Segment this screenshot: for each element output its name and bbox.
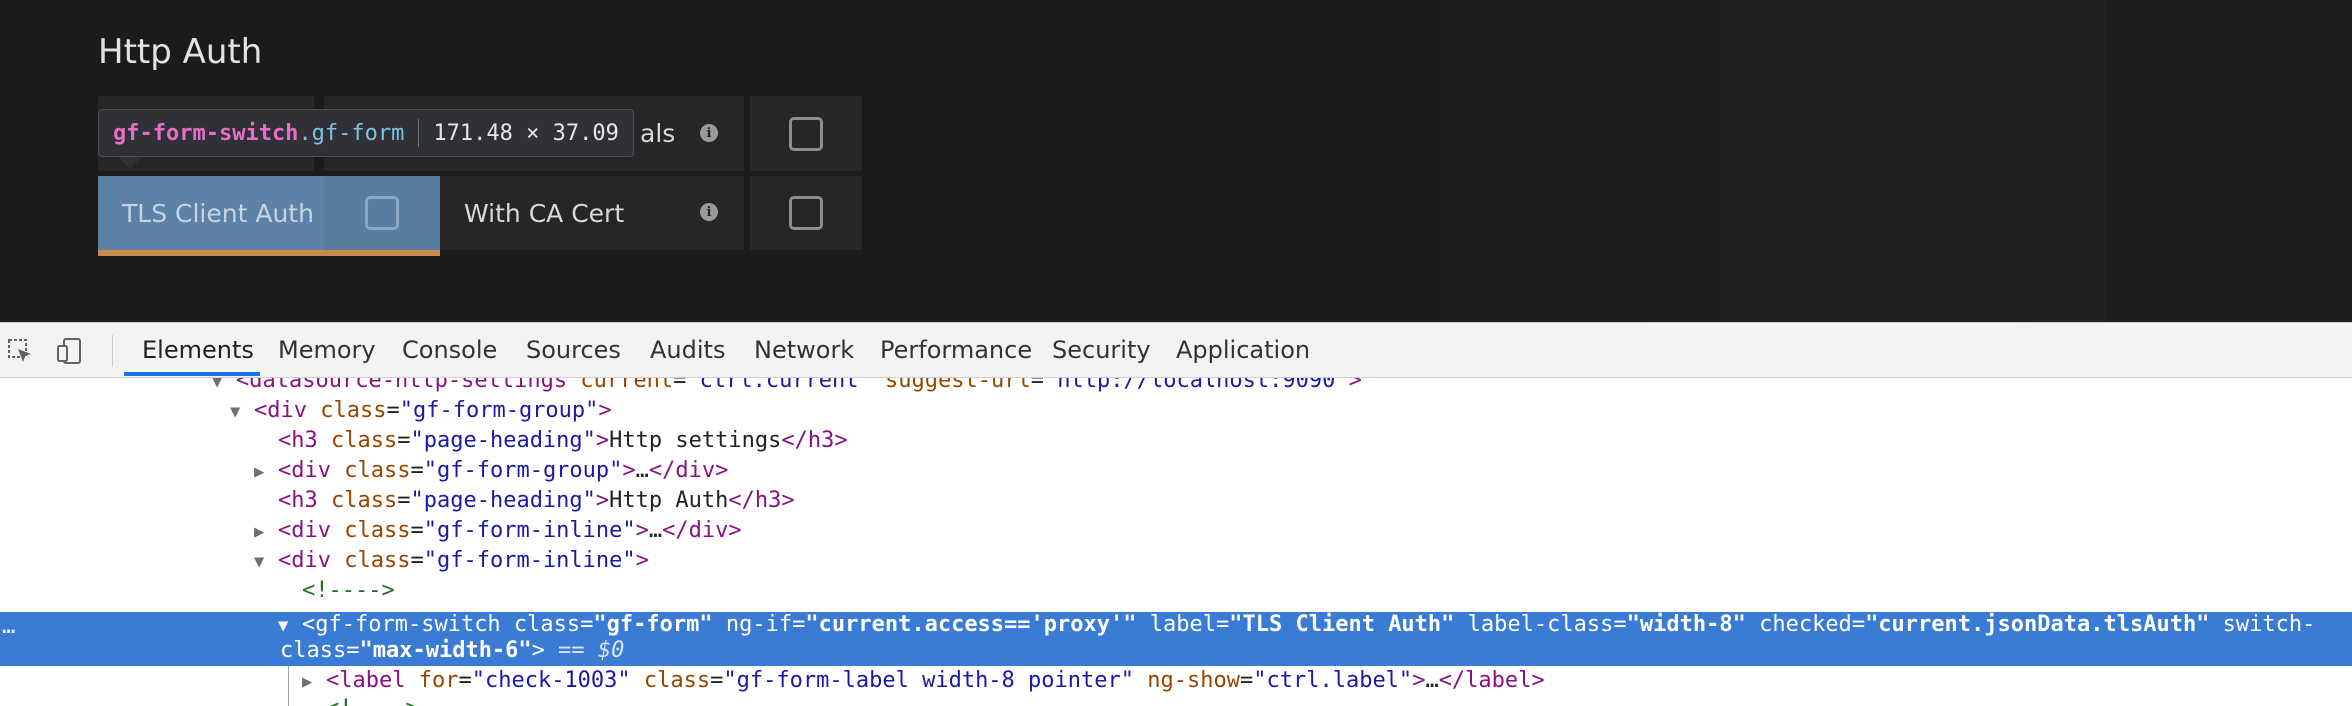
device-toolbar-icon[interactable] <box>56 337 84 365</box>
active-tab-indicator <box>124 372 260 376</box>
with-ca-cert-text: With CA Cert <box>464 198 625 228</box>
page-heading: Http Auth <box>98 32 263 72</box>
dom-comment[interactable]: <!----> <box>326 694 419 706</box>
devtools-toolbar: Elements Memory Console Sources Audits N… <box>0 322 2352 378</box>
with-ca-cert-label[interactable]: With CA Cert <box>440 176 744 250</box>
tooltip-class: .gf-form <box>298 120 405 146</box>
tab-sources[interactable]: Sources <box>526 323 621 378</box>
inspect-tooltip: gf-form-switch .gf-form 171.48 × 37.09 <box>98 109 634 157</box>
tab-network[interactable]: Network <box>754 323 854 378</box>
collapsed-triangle-icon[interactable]: ▶ <box>254 517 278 547</box>
node-menu-dots[interactable]: … <box>2 612 15 642</box>
info-icon[interactable]: i <box>700 124 718 142</box>
tab-memory[interactable]: Memory <box>278 323 376 378</box>
inspect-element-icon[interactable] <box>6 337 34 365</box>
tls-client-auth-label[interactable]: TLS Client Auth <box>98 176 324 250</box>
tooltip-divider <box>418 119 420 147</box>
tab-console[interactable]: Console <box>402 323 497 378</box>
dom-node[interactable]: ▼ <datasource-http-settings current="ctrl… <box>212 378 1362 396</box>
tab-audits[interactable]: Audits <box>650 323 725 378</box>
expand-triangle-icon[interactable]: ▼ <box>212 378 236 397</box>
switch-with-credentials[interactable] <box>750 96 862 171</box>
dom-node[interactable]: <h3 class="page-heading">Http Auth</h3> <box>278 486 795 516</box>
checkbox-icon[interactable] <box>789 116 823 151</box>
checkbox-icon[interactable] <box>789 196 823 230</box>
label-tail: als <box>640 119 676 148</box>
info-icon[interactable]: i <box>700 203 718 221</box>
element-highlight-margin <box>98 250 440 256</box>
tls-client-auth-switch[interactable] <box>324 176 440 250</box>
elements-tree[interactable]: ▼ <datasource-http-settings current="ctrl… <box>0 378 2352 706</box>
dom-comment[interactable]: <!----> <box>302 576 395 606</box>
collapsed-triangle-icon[interactable]: ▶ <box>254 457 278 487</box>
dom-node[interactable]: ▼ <div class="gf-form-inline"> <box>254 546 649 576</box>
expand-triangle-icon[interactable]: ▼ <box>254 547 278 577</box>
expand-triangle-icon[interactable]: ▼ <box>230 397 254 427</box>
tls-client-auth-text: TLS Client Auth <box>122 198 314 228</box>
dom-node[interactable]: <h3 class="page-heading">Http settings</… <box>278 426 848 456</box>
with-ca-cert-switch[interactable] <box>750 176 862 250</box>
tooltip-dimensions: 171.48 × 37.09 <box>433 120 619 146</box>
dom-node[interactable]: ▶ <label for="check-1003" class="gf-form-… <box>302 666 1545 696</box>
checkbox-icon[interactable] <box>365 196 399 230</box>
dom-node[interactable]: ▶ <div class="gf-form-group">…</div> <box>254 456 728 486</box>
dom-node[interactable]: ▶ <div class="gf-form-inline">…</div> <box>254 516 742 546</box>
grafana-page: Http Auth als i TLS Client Auth With CA … <box>0 0 2352 322</box>
dom-node[interactable]: ▼ <div class="gf-form-group"> <box>230 396 612 426</box>
tab-security[interactable]: Security <box>1052 323 1151 378</box>
tooltip-tag: gf-form-switch <box>113 120 299 146</box>
tab-application[interactable]: Application <box>1176 323 1310 378</box>
tab-elements[interactable]: Elements <box>142 323 254 378</box>
selected-dom-node[interactable]: … ▼ <gf-form-switch class="gf-form" ng-if… <box>0 612 2352 666</box>
collapsed-triangle-icon[interactable]: ▶ <box>302 667 326 697</box>
indent-guide <box>288 666 289 706</box>
selected-node-line-2: class="max-width-6"> == $0 <box>280 638 625 663</box>
tooltip-arrow <box>118 157 142 169</box>
toolbar-divider <box>112 335 113 367</box>
tab-performance[interactable]: Performance <box>880 323 1032 378</box>
background-panel <box>2106 0 2352 322</box>
